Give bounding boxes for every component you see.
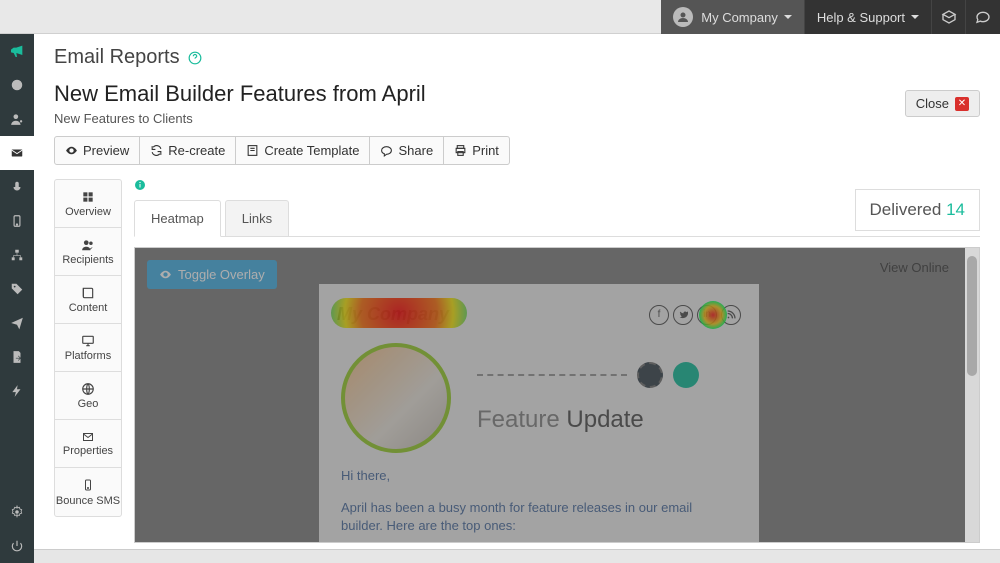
box-icon-button[interactable]: [932, 0, 966, 34]
envelope-icon: [80, 431, 96, 443]
delivered-value: 14: [946, 200, 965, 219]
help-icon[interactable]: [188, 51, 202, 65]
chevron-down-icon: [784, 15, 792, 19]
avatar-icon: [673, 7, 693, 27]
sidebar-item-properties[interactable]: Properties: [55, 420, 121, 468]
social-icons: f in: [649, 305, 741, 325]
feature-title: Feature Update: [477, 406, 699, 434]
heatmap-spot: [331, 298, 467, 328]
main-panel: Email Reports Close ✕ New Email Builder …: [34, 34, 1000, 563]
help-menu[interactable]: Help & Support: [805, 0, 932, 34]
bolt-icon[interactable]: [0, 374, 34, 408]
email-preview: My Company f in: [319, 284, 759, 543]
heatmap-spot: [699, 301, 727, 329]
help-label: Help & Support: [817, 10, 905, 25]
sitemap-icon[interactable]: [0, 238, 34, 272]
mic-icon[interactable]: [0, 170, 34, 204]
campaign-subtitle: New Features to Clients: [54, 111, 980, 126]
share-button[interactable]: Share: [369, 136, 444, 165]
twitter-icon[interactable]: [673, 305, 693, 325]
left-nav: [0, 34, 34, 563]
campaign-title: New Email Builder Features from April: [54, 81, 980, 107]
desktop-icon: [80, 334, 96, 348]
tabs: Heatmap Links: [134, 200, 980, 237]
topbar: My Company Help & Support: [0, 0, 1000, 34]
settings-icon[interactable]: [0, 495, 34, 529]
email-body: April has been a busy month for feature …: [341, 499, 737, 535]
export-icon[interactable]: [0, 340, 34, 374]
send-icon[interactable]: [0, 306, 34, 340]
company-menu[interactable]: My Company: [661, 0, 805, 34]
dot-icon: [637, 362, 663, 388]
close-label: Close: [916, 96, 949, 111]
toggle-overlay-button[interactable]: Toggle Overlay: [147, 260, 277, 289]
tab-links[interactable]: Links: [225, 200, 289, 237]
preview-button[interactable]: Preview: [54, 136, 140, 165]
company-label: My Company: [701, 10, 778, 25]
bottom-bar: [34, 549, 1000, 563]
dashboard-icon[interactable]: [0, 68, 34, 102]
heatmap-pane: Toggle Overlay View Online My Company f: [134, 247, 980, 543]
tab-heatmap[interactable]: Heatmap: [134, 200, 221, 237]
chat-icon-button[interactable]: [966, 0, 1000, 34]
print-button[interactable]: Print: [443, 136, 510, 165]
divider-line: [477, 374, 627, 376]
close-button[interactable]: Close ✕: [905, 90, 980, 117]
megaphone-icon[interactable]: [0, 34, 34, 68]
mail-icon[interactable]: [0, 136, 34, 170]
info-icon[interactable]: [134, 179, 146, 191]
phone-icon: [82, 477, 94, 493]
sidebar-item-content[interactable]: Content: [55, 276, 121, 324]
scroll-thumb[interactable]: [967, 256, 977, 376]
delivered-card: Delivered 14: [855, 189, 980, 231]
power-icon[interactable]: [0, 529, 34, 563]
globe-icon: [81, 382, 95, 396]
create-template-button[interactable]: Create Template: [235, 136, 370, 165]
sidebar-item-overview[interactable]: Overview: [55, 180, 121, 228]
sidebar-item-platforms[interactable]: Platforms: [55, 324, 121, 372]
report-sidebar: Overview Recipients Content Platforms Ge…: [54, 179, 122, 517]
recreate-button[interactable]: Re-create: [139, 136, 236, 165]
sidebar-item-bounce-sms[interactable]: Bounce SMS: [55, 468, 121, 516]
scrollbar[interactable]: [965, 248, 979, 542]
page-title-text: Email Reports: [54, 46, 180, 69]
mobile-icon[interactable]: [0, 204, 34, 238]
sidebar-item-geo[interactable]: Geo: [55, 372, 121, 420]
toolbar: Preview Re-create Create Template Share …: [54, 136, 980, 165]
user-icon[interactable]: [0, 102, 34, 136]
tag-icon[interactable]: [0, 272, 34, 306]
chevron-down-icon: [911, 15, 919, 19]
feature-image: [341, 343, 451, 453]
sidebar-item-recipients[interactable]: Recipients: [55, 228, 121, 276]
users-icon: [80, 238, 96, 252]
book-icon: [81, 286, 95, 300]
close-icon: ✕: [955, 97, 969, 111]
grid-icon: [81, 190, 95, 204]
delivered-label: Delivered: [870, 200, 942, 219]
page-title: Email Reports: [54, 46, 980, 69]
email-greeting: Hi there,: [341, 467, 737, 485]
dot-icon: [673, 362, 699, 388]
facebook-icon[interactable]: f: [649, 305, 669, 325]
view-online-link[interactable]: View Online: [880, 260, 949, 275]
